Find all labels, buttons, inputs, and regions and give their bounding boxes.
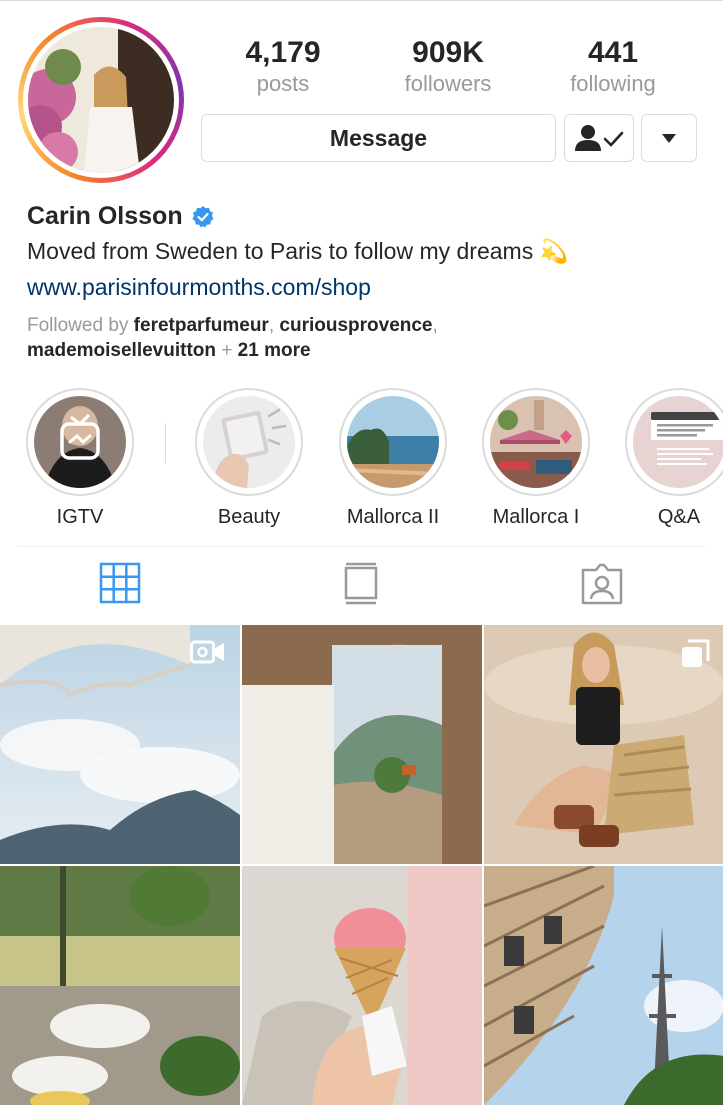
- followed-more[interactable]: 21 more: [238, 340, 311, 361]
- highlight-ring: [26, 388, 134, 496]
- highlight-cover: [34, 396, 126, 488]
- highlight-cover: [633, 396, 723, 488]
- highlight-mallorca-ii[interactable]: Mallorca II: [337, 388, 449, 529]
- highlight-label: IGTV: [56, 506, 104, 528]
- highlight-igtv[interactable]: IGTV: [24, 388, 136, 529]
- post-thumbnail[interactable]: [484, 625, 723, 864]
- highlight-ring: [195, 388, 303, 496]
- caret-down-icon: [662, 134, 676, 143]
- highlight-ring: [625, 388, 723, 496]
- video-badge-icon: [190, 640, 224, 664]
- avatar: [28, 27, 174, 173]
- verified-badge-icon: [191, 205, 214, 227]
- highlight-label: Mallorca II: [346, 506, 440, 528]
- followers-stat[interactable]: 909K followers: [378, 36, 518, 98]
- post-image: [242, 625, 482, 864]
- post-image: [242, 866, 482, 1105]
- tabs-divider: [18, 546, 705, 547]
- avatar-photo: [28, 27, 174, 173]
- posts-stat[interactable]: 4,179 posts: [213, 36, 353, 98]
- followed-by-text[interactable]: Followed by feretparfumeur, curiousprove…: [27, 313, 707, 363]
- highlight-label: Beauty: [217, 506, 281, 528]
- highlight-ring: [339, 388, 447, 496]
- following-toggle-button[interactable]: [564, 114, 634, 162]
- followed-user[interactable]: mademoisellevuitton: [27, 340, 216, 361]
- post-thumbnail[interactable]: [0, 866, 240, 1105]
- followers-count: 909K: [412, 36, 484, 69]
- post-image: [0, 866, 240, 1105]
- person-check-icon: [575, 125, 624, 151]
- followed-prefix: Followed by: [27, 315, 134, 336]
- highlight-cover: [347, 396, 439, 488]
- followed-user[interactable]: feretparfumeur: [134, 315, 269, 336]
- avatar-gap: [23, 22, 179, 178]
- post-thumbnail[interactable]: [484, 866, 723, 1105]
- top-divider: [0, 0, 723, 1]
- highlight-label: Mallorca I: [492, 506, 580, 528]
- grid-icon: [99, 562, 141, 604]
- following-label: following: [570, 71, 656, 96]
- profile-bio: Moved from Sweden to Paris to follow my …: [27, 238, 569, 264]
- post-image: [484, 866, 723, 1105]
- profile-name-row: Carin Olsson: [27, 202, 215, 231]
- highlight-cover: [490, 396, 582, 488]
- message-button[interactable]: Message: [201, 114, 556, 162]
- post-thumbnail[interactable]: [0, 625, 240, 864]
- highlight-mallorca-i[interactable]: Mallorca I: [480, 388, 592, 529]
- tab-grid[interactable]: [99, 562, 141, 609]
- posts-count: 4,179: [245, 36, 321, 69]
- following-count: 441: [587, 36, 639, 69]
- following-stat[interactable]: 441 following: [543, 36, 683, 98]
- highlight-beauty[interactable]: Beauty: [193, 388, 305, 529]
- tab-tagged[interactable]: [580, 562, 624, 611]
- profile-website-link[interactable]: www.parisinfourmonths.com/shop: [27, 274, 371, 301]
- highlight-qa[interactable]: Q&A: [623, 388, 723, 529]
- posts-label: posts: [256, 71, 310, 96]
- followers-label: followers: [404, 71, 492, 96]
- carousel-badge-icon: [682, 639, 710, 667]
- post-thumbnail[interactable]: [242, 866, 482, 1105]
- post-thumbnail[interactable]: [242, 625, 482, 864]
- followed-user[interactable]: curiousprovence: [279, 315, 432, 336]
- profile-name: Carin Olsson: [27, 202, 183, 230]
- tagged-icon: [581, 563, 623, 605]
- highlight-ring: [482, 388, 590, 496]
- feed-icon: [344, 562, 378, 605]
- highlight-cover: [203, 396, 295, 488]
- highlights-divider: [165, 423, 166, 463]
- profile-avatar-story-ring[interactable]: [18, 17, 184, 183]
- highlight-label: Q&A: [657, 506, 701, 528]
- suggested-dropdown-button[interactable]: [641, 114, 697, 162]
- tab-feed[interactable]: [343, 562, 379, 611]
